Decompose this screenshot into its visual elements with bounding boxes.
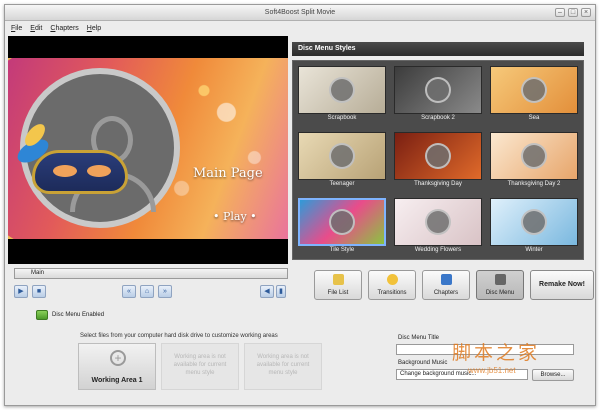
style-label: Teenager [329, 181, 355, 187]
prev-icon[interactable]: « [122, 285, 136, 298]
chapters-icon [441, 274, 452, 285]
menu-help[interactable]: Help [87, 25, 101, 32]
photo-icon [425, 209, 451, 235]
photo-icon [425, 77, 451, 103]
disc-menu-button[interactable]: Disc Menu [476, 270, 524, 300]
style-thumb [298, 198, 386, 246]
file-list-button[interactable]: File List [314, 270, 362, 300]
plus-icon: + [110, 350, 126, 366]
folder-icon [333, 274, 344, 285]
working-areas-instructions: Select files from your computer hard dis… [80, 333, 278, 339]
background-music-label: Background Music [398, 360, 448, 366]
style-label: Scrapbook [327, 115, 357, 121]
star-icon [387, 274, 398, 285]
style-thumb [394, 132, 482, 180]
remake-now-button[interactable]: Remake Now! [530, 270, 594, 300]
photo-icon [329, 209, 355, 235]
checkmark-icon [36, 310, 48, 320]
transitions-label: Transitions [377, 290, 407, 296]
menu-timeline[interactable]: Main [14, 268, 288, 279]
playback-controls: ▶ ■ « ⌂ » ◀ ▮ [14, 285, 288, 299]
style-thumb [490, 198, 578, 246]
disc-menu-enabled[interactable]: Disc Menu Enabled [36, 309, 104, 321]
play-icon[interactable]: ▶ [14, 285, 28, 298]
home-icon[interactable]: ⌂ [140, 285, 154, 298]
masquerade-mask [32, 150, 128, 194]
styles-grid: Scrapbook Scrapbook 2 Sea Teenager Thank… [292, 60, 584, 260]
working-area-3: Working area is not available for curren… [244, 343, 322, 390]
style-winter[interactable]: Winter [487, 195, 581, 257]
timeline-label: Main [31, 270, 45, 276]
window-title: Soft4Boost Split Movie [264, 9, 336, 16]
style-wedding-flowers[interactable]: Wedding Flowers [391, 195, 485, 257]
next-icon[interactable]: » [158, 285, 172, 298]
transitions-button[interactable]: Transitions [368, 270, 416, 300]
style-thumb [394, 198, 482, 246]
style-teenager[interactable]: Teenager [295, 129, 389, 191]
screen-icon[interactable]: ■ [32, 285, 46, 298]
working-area-3-label: Working area is not available for curren… [256, 354, 310, 376]
menu-bar: File Edit Chapters Help [5, 22, 595, 35]
working-area-2: Working area is not available for curren… [161, 343, 239, 390]
style-label: Scrapbook 2 [421, 115, 455, 121]
style-thumb [298, 66, 386, 114]
disc-menu-title-label: Disc Menu Title [398, 335, 440, 341]
menu-edit[interactable]: Edit [30, 25, 42, 32]
disc-menu-icon [495, 274, 506, 285]
chapters-button[interactable]: Chapters [422, 270, 470, 300]
volume-icon[interactable]: ▮ [276, 285, 286, 298]
photo-icon [521, 143, 547, 169]
working-areas: + Working Area 1 Working area is not ava… [78, 343, 322, 390]
style-scrapbook[interactable]: Scrapbook [295, 63, 389, 125]
play-link[interactable]: • Play • [213, 210, 257, 223]
style-thumb [490, 66, 578, 114]
disc-menu-enabled-label: Disc Menu Enabled [52, 312, 105, 318]
working-area-2-label: Working area is not available for curren… [173, 354, 227, 376]
action-bar: File List Transitions Chapters Disc Menu… [314, 270, 594, 300]
menu-chapters[interactable]: Chapters [50, 25, 78, 32]
style-label: Tile Style [329, 247, 355, 253]
style-label: Sea [528, 115, 540, 121]
style-label: Thanksgiving Day [414, 181, 462, 187]
style-thumb [298, 132, 386, 180]
mask-eye-left [53, 165, 77, 177]
working-area-1-label: Working Area 1 [91, 377, 143, 384]
menu-preview: Main Page • Play • [8, 36, 288, 264]
styles-title: Disc Menu Styles [298, 45, 356, 52]
chapters-label: Chapters [433, 290, 459, 296]
main-page-title: Main Page [193, 166, 263, 181]
watermark: 脚本之家 [452, 342, 541, 364]
style-label: Thanksgiving Day 2 [507, 181, 561, 187]
menu-file[interactable]: File [11, 25, 22, 32]
photo-icon [425, 143, 451, 169]
photo-icon [521, 77, 547, 103]
speaker-icon[interactable]: ◀ [260, 285, 274, 298]
style-thanksgiving-day-2[interactable]: Thanksgiving Day 2 [487, 129, 581, 191]
style-sea[interactable]: Sea [487, 63, 581, 125]
disc-menu-label: Disc Menu [485, 290, 515, 296]
minimize-button[interactable]: – [555, 8, 565, 17]
close-button[interactable]: × [581, 8, 591, 17]
photo-icon [329, 143, 355, 169]
style-thanksgiving-day[interactable]: Thanksgiving Day [391, 129, 485, 191]
title-bar: Soft4Boost Split Movie – □ × [5, 5, 595, 21]
maximize-button[interactable]: □ [568, 8, 578, 17]
browse-button[interactable]: Browse... [532, 369, 574, 381]
photo-icon [521, 209, 547, 235]
mask-eye-right [87, 165, 111, 177]
style-label: Winter [525, 247, 543, 253]
file-list-label: File List [327, 290, 349, 296]
timeline-fill [15, 269, 287, 278]
style-label: Wedding Flowers [414, 247, 462, 253]
style-tile-style[interactable]: Tile Style [295, 195, 389, 257]
photo-icon [329, 77, 355, 103]
preview-stage: Main Page • Play • [8, 58, 288, 239]
watermark-url: www.jb51.net [468, 366, 516, 375]
style-thumb [490, 132, 578, 180]
style-thumb [394, 66, 482, 114]
style-scrapbook-2[interactable]: Scrapbook 2 [391, 63, 485, 125]
working-area-1[interactable]: + Working Area 1 [78, 343, 156, 390]
